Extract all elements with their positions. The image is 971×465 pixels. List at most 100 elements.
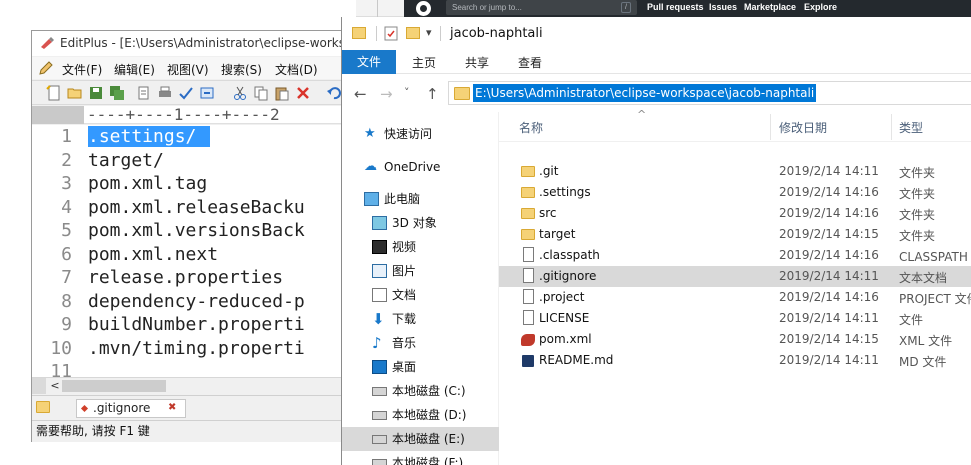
code-line[interactable]: pom.xml.releaseBacku [88,197,305,218]
save-all-icon[interactable] [109,85,125,101]
selected-code-line[interactable]: .settings/ [88,126,211,147]
file-row[interactable]: .project 2019/2/14 14:16 PROJECT 文件 [499,287,971,308]
file-name: .settings [539,185,591,199]
recent-locations-button[interactable]: ˅ [404,86,410,99]
ribbon-tab-file[interactable]: 文件 [342,50,396,74]
code-line[interactable]: target/ [88,150,164,171]
file-row[interactable]: LICENSE 2019/2/14 14:11 文件 [499,308,971,329]
folder-icon [454,87,470,100]
file-name: src [539,206,557,220]
spell-check-icon[interactable] [178,85,194,101]
ribbon-tab-view[interactable]: 查看 [518,54,542,71]
menu-document[interactable]: 文档(D) [275,61,318,78]
nav-item[interactable]: ♪ 音乐 [342,331,499,355]
nav-item[interactable]: 视频 [342,235,499,259]
menu-edit[interactable]: 编辑(E) [114,61,155,78]
forward-button[interactable]: → [380,85,393,103]
code-line[interactable]: pom.xml.versionsBack [88,220,305,241]
download-icon: ⬇ [372,310,385,328]
nav-item[interactable]: ⬇ 下载 [342,307,499,331]
file-row[interactable]: target 2019/2/14 14:15 文件夹 [499,224,971,245]
file-row[interactable]: README.md 2019/2/14 14:11 MD 文件 [499,350,971,371]
scrollbar-thumb[interactable] [62,380,166,392]
file-row[interactable]: src 2019/2/14 14:16 文件夹 [499,203,971,224]
file-row[interactable]: pom.xml 2019/2/14 14:15 XML 文件 [499,329,971,350]
line-number: 6 [61,243,72,265]
column-divider[interactable] [770,114,771,140]
nav-item[interactable]: 本地磁盘 (D:) [342,403,499,427]
nav-issues[interactable]: Issues [709,2,737,12]
column-header-type[interactable]: 类型 [899,119,923,136]
pencil-icon[interactable] [38,60,54,76]
address-path[interactable]: E:\Users\Administrator\eclipse-workspace… [473,84,817,102]
editplus-toolbar [32,80,347,105]
address-input[interactable]: E:\Users\Administrator\eclipse-workspace… [448,81,971,105]
code-line[interactable]: .mvn/timing.properti [88,338,305,359]
properties-icon[interactable] [384,26,398,41]
delete-icon[interactable] [295,85,311,101]
column-divider[interactable] [891,114,892,140]
column-header-name[interactable]: 名称 [519,119,543,136]
file-type: CLASSPATH 文 [899,250,971,264]
nav-marketplace[interactable]: Marketplace [744,2,796,12]
github-search-input[interactable]: Search or jump to... [446,0,637,15]
file-row[interactable]: .git 2019/2/14 14:11 文件夹 [499,161,971,182]
cut-icon[interactable] [232,85,248,101]
nav-item[interactable]: 本地磁盘 (F:) [342,451,499,465]
save-icon[interactable] [88,85,104,101]
code-line[interactable]: release.properties [88,267,283,288]
file-row[interactable]: .settings 2019/2/14 14:16 文件夹 [499,182,971,203]
nav-pull-requests[interactable]: Pull requests [647,2,704,12]
cube-icon [372,216,387,230]
github-logo-icon[interactable] [416,1,431,16]
nav-item[interactable]: 本地磁盘 (E:) [342,427,499,451]
quick-access-dropdown-icon[interactable]: ▾ [426,26,432,39]
nav-explore[interactable]: Explore [804,2,837,12]
new-folder-icon[interactable] [406,27,420,39]
code-line[interactable]: pom.xml.next [88,244,218,265]
nav-item[interactable]: 桌面 [342,355,499,379]
directory-icon[interactable] [36,401,50,413]
back-button[interactable]: ← [354,85,367,103]
scroll-left-button[interactable]: < [48,379,62,393]
print-icon[interactable] [157,85,173,101]
file-date: 2019/2/14 14:16 [779,206,879,220]
nav-item[interactable]: ☁ OneDrive [342,155,499,179]
file-row[interactable]: .gitignore 2019/2/14 14:11 文本文档 [499,266,971,287]
menu-search[interactable]: 搜索(S) [221,61,262,78]
nav-item[interactable]: 图片 [342,259,499,283]
text-editor[interactable]: 1 .settings/2 target/3 pom.xml.tag 4 pom.xml.… [32,125,347,385]
paste-icon[interactable] [274,85,290,101]
ribbon-tab-share[interactable]: 共享 [465,54,489,71]
column-header-date[interactable]: 修改日期 [779,119,827,136]
code-line[interactable]: pom.xml.tag [88,173,207,194]
file-name: LICENSE [539,311,590,325]
horizontal-scrollbar[interactable]: < [32,377,347,394]
open-folder-icon[interactable] [67,85,83,101]
nav-item[interactable]: ★ 快速访问 [342,122,499,146]
nav-item[interactable]: 3D 对象 [342,211,499,235]
export-icon[interactable] [199,85,215,101]
column-ruler: ----+----1----+----2 [32,105,347,124]
copy-icon[interactable] [253,85,269,101]
ribbon-tab-home[interactable]: 主页 [412,54,436,71]
code-line[interactable]: buildNumber.properti [88,314,305,335]
nav-item[interactable]: 文档 [342,283,499,307]
editplus-title-bar[interactable]: EditPlus - [E:\Users\Administrator\eclip… [32,31,347,56]
github-header: Search or jump to... / Pull requests Iss… [404,0,971,17]
undo-icon[interactable] [326,85,342,101]
close-tab-icon[interactable]: ✖ [168,402,176,413]
menu-file[interactable]: 文件(F) [62,61,102,78]
print-preview-icon[interactable] [136,85,152,101]
drive-icon [372,411,387,420]
star-icon: ★ [364,126,376,141]
nav-item-label: OneDrive [384,160,441,174]
explorer-title-bar[interactable]: ▾ jacob-naphtali [342,17,971,50]
file-row[interactable]: .classpath 2019/2/14 14:16 CLASSPATH 文 [499,245,971,266]
menu-view[interactable]: 视图(V) [167,61,209,78]
nav-item[interactable]: 本地磁盘 (C:) [342,379,499,403]
nav-item[interactable]: 此电脑 [342,187,499,211]
up-button[interactable]: ↑ [426,85,439,103]
code-line[interactable]: dependency-reduced-p [88,291,305,312]
new-file-icon[interactable] [46,85,62,101]
